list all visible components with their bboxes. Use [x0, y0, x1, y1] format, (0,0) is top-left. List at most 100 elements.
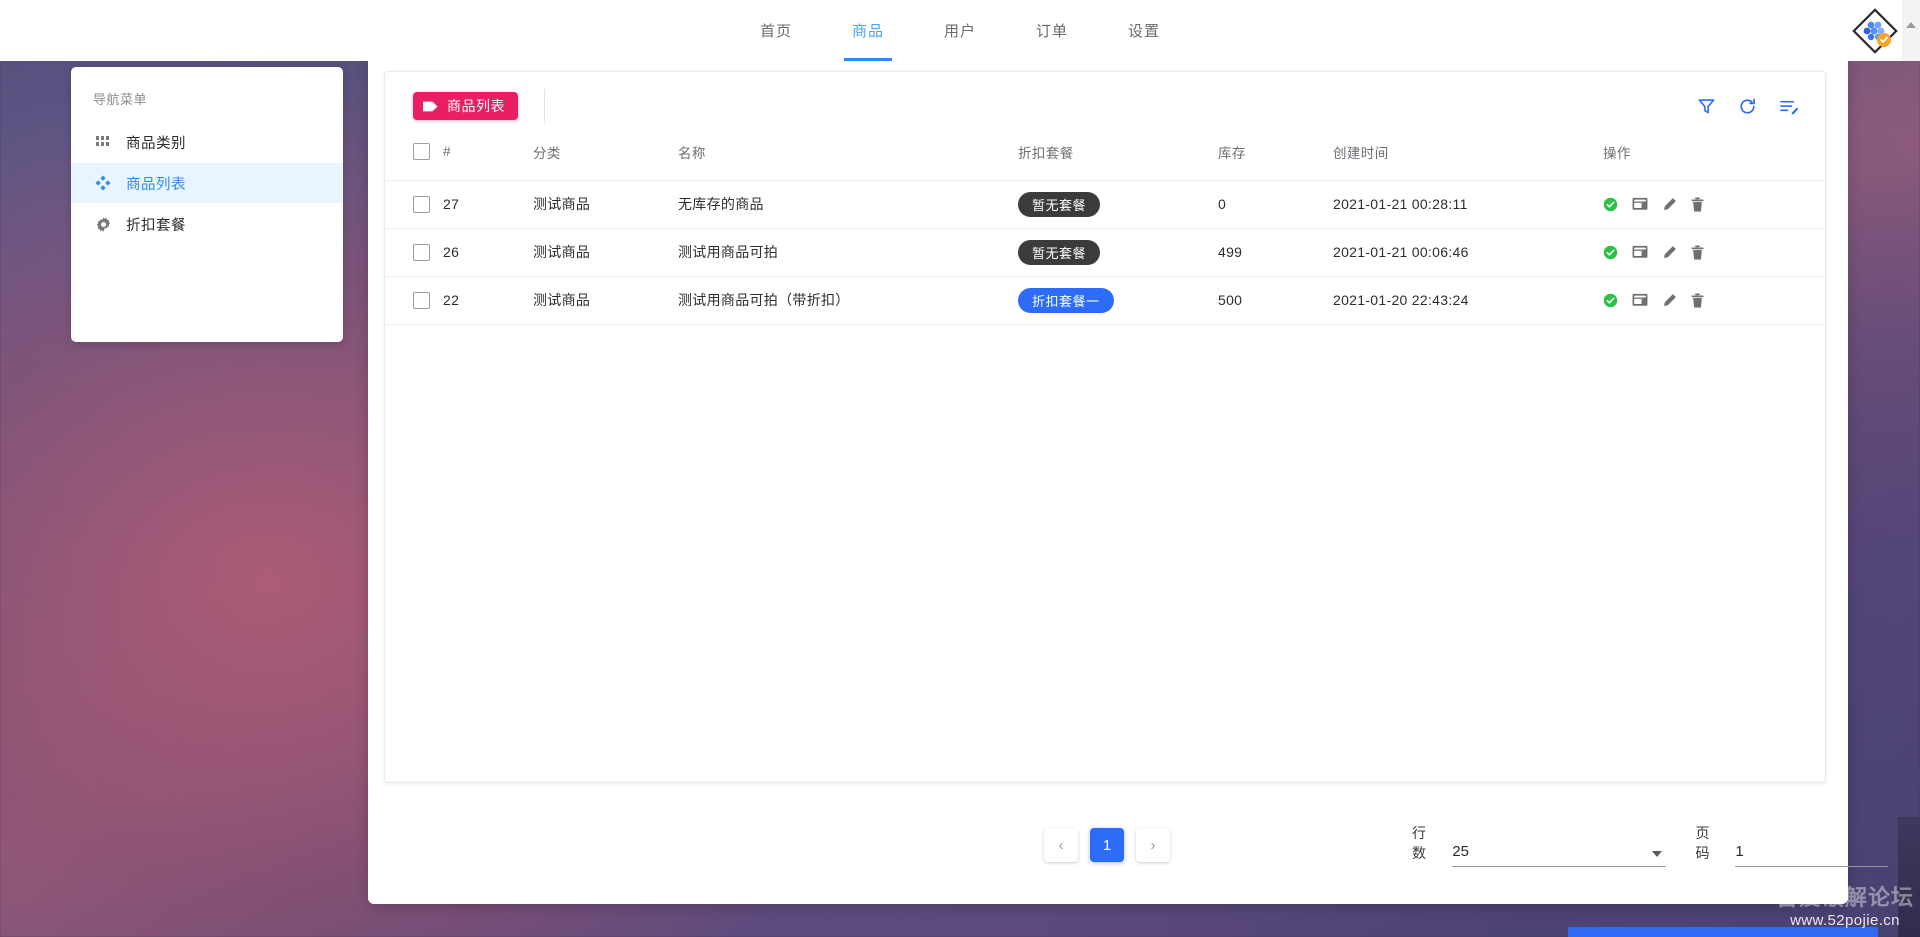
edit-pencil-icon[interactable]: [1662, 197, 1677, 212]
header-created-time[interactable]: 创建时间: [1333, 140, 1603, 181]
package-badge[interactable]: 折扣套餐一: [1018, 287, 1114, 313]
cell-created-time: 2021-01-20 22:43:24: [1333, 276, 1603, 325]
nav-tab-orders-label: 订单: [1035, 23, 1068, 40]
refresh-icon[interactable]: [1738, 97, 1757, 116]
cell-operations: [1603, 276, 1825, 325]
card-view-icon[interactable]: [1632, 197, 1648, 211]
main-content-card: 商品列表 # 分类 名称 折扣套餐 库存 创建时间 操作 27 测试商品 无库存…: [368, 49, 1888, 904]
header-name[interactable]: 名称: [678, 140, 1018, 181]
grid-icon: [93, 132, 113, 152]
product-table-panel: 商品列表 # 分类 名称 折扣套餐 库存 创建时间 操作 27 测试商品 无库存…: [384, 71, 1826, 783]
taskbar-strip: [1568, 927, 1878, 937]
toolbar-action-group: [1697, 72, 1799, 140]
gear-icon: [93, 214, 113, 234]
cell-id: 22: [443, 276, 533, 325]
header-stock[interactable]: 库存: [1218, 140, 1333, 181]
pagination-next-button[interactable]: ›: [1136, 828, 1170, 862]
cell-stock: 499: [1218, 228, 1333, 277]
cell-package: 暂无套餐: [1018, 228, 1218, 277]
row-action-group: [1603, 244, 1825, 260]
card-view-icon[interactable]: [1632, 293, 1648, 307]
table-row[interactable]: 27 测试商品 无库存的商品 暂无套餐 0 2021-01-21 00:28:11: [385, 180, 1825, 229]
nav-tab-users-label: 用户: [943, 23, 976, 40]
cell-package: 折扣套餐一: [1018, 276, 1218, 325]
table-row[interactable]: 26 测试商品 测试用商品可拍 暂无套餐 499 2021-01-21 00:06:46: [385, 228, 1825, 277]
pagination-prev-button[interactable]: ‹: [1044, 828, 1078, 862]
sidebar-title: 导航菜单: [93, 92, 148, 107]
cell-created-time: 2021-01-21 00:06:46: [1333, 228, 1603, 277]
status-check-icon[interactable]: [1603, 197, 1618, 212]
cell-operations: [1603, 228, 1825, 277]
header-operations[interactable]: 操作: [1603, 140, 1825, 181]
sidebar-item-product-category[interactable]: 商品类别: [71, 122, 343, 162]
pagination-page-1[interactable]: 1: [1090, 828, 1124, 862]
header-id[interactable]: #: [443, 140, 533, 181]
row-select-cell[interactable]: [385, 276, 443, 325]
page-number-input[interactable]: 1: [1735, 843, 1888, 867]
product-list-badge[interactable]: 商品列表: [413, 92, 518, 120]
rows-per-page-select[interactable]: 25: [1452, 843, 1666, 867]
cell-created-time: 2021-01-21 00:28:11: [1333, 180, 1603, 229]
sidebar-item-product-list[interactable]: 商品列表: [71, 163, 343, 203]
delete-trash-icon[interactable]: [1691, 244, 1704, 260]
sidebar-item-discount-package-label: 折扣套餐: [126, 217, 186, 234]
row-action-group: [1603, 196, 1825, 212]
desktop-side-strip: [1898, 817, 1920, 937]
status-check-icon[interactable]: [1603, 245, 1618, 260]
product-list-badge-label: 商品列表: [447, 98, 505, 114]
select-all-checkbox[interactable]: [413, 143, 430, 161]
sidebar-panel: 导航菜单 商品类别 商品列表 折扣套餐: [71, 67, 343, 342]
row-select-cell[interactable]: [385, 228, 443, 277]
row-checkbox[interactable]: [413, 195, 430, 213]
cell-id: 26: [443, 228, 533, 277]
page-number-group: 页码 1: [1695, 823, 1888, 867]
nav-tab-home[interactable]: 首页: [730, 0, 822, 61]
product-table-body: 27 测试商品 无库存的商品 暂无套餐 0 2021-01-21 00:28:11 26 测试…: [385, 180, 1825, 325]
nav-tab-products[interactable]: 商品: [822, 0, 914, 61]
panel-toolbar: 商品列表: [385, 72, 1825, 140]
product-table: # 分类 名称 折扣套餐 库存 创建时间 操作 27 测试商品 无库存的商品 暂无套餐…: [385, 140, 1825, 325]
delete-trash-icon[interactable]: [1691, 196, 1704, 212]
header-category[interactable]: 分类: [533, 140, 678, 181]
header-select-all[interactable]: [385, 140, 443, 181]
page-number-label: 页码: [1695, 825, 1710, 861]
cell-category: 测试商品: [533, 228, 678, 277]
edit-list-icon[interactable]: [1779, 97, 1799, 116]
row-select-cell[interactable]: [385, 180, 443, 229]
cell-id: 27: [443, 180, 533, 229]
package-badge[interactable]: 暂无套餐: [1018, 239, 1101, 265]
cell-category: 测试商品: [533, 276, 678, 325]
nav-tab-list: 首页 商品 用户 订单 设置: [0, 0, 1920, 61]
sidebar-item-discount-package[interactable]: 折扣套餐: [71, 204, 343, 244]
package-badge[interactable]: 暂无套餐: [1018, 191, 1101, 217]
row-checkbox[interactable]: [413, 291, 430, 309]
edit-pencil-icon[interactable]: [1662, 293, 1677, 308]
cell-name: 测试用商品可拍: [678, 228, 1018, 277]
table-row[interactable]: 22 测试商品 测试用商品可拍（带折扣） 折扣套餐一 500 2021-01-20 22:…: [385, 276, 1825, 325]
cell-name: 测试用商品可拍（带折扣）: [678, 276, 1018, 325]
product-table-head: # 分类 名称 折扣套餐 库存 创建时间 操作: [385, 140, 1825, 181]
scrollbar-up-button[interactable]: [1902, 0, 1920, 61]
status-check-icon[interactable]: [1603, 293, 1618, 308]
nav-tab-home-label: 首页: [759, 23, 792, 40]
nav-tab-users[interactable]: 用户: [914, 0, 1006, 61]
row-action-group: [1603, 292, 1825, 308]
app-diamond-logo-icon[interactable]: [1852, 8, 1898, 54]
pagination: ‹ 1 ›: [1044, 828, 1170, 862]
cell-stock: 0: [1218, 180, 1333, 229]
cluster-icon: [93, 173, 113, 193]
header-package[interactable]: 折扣套餐: [1018, 140, 1218, 181]
table-footer: ‹ 1 › 行数 25 页码 1 查询: [368, 814, 1888, 876]
row-checkbox[interactable]: [413, 243, 430, 261]
nav-tab-settings[interactable]: 设置: [1098, 0, 1190, 61]
cell-name: 无库存的商品: [678, 180, 1018, 229]
sidebar-item-product-category-label: 商品类别: [126, 135, 186, 152]
edit-pencil-icon[interactable]: [1662, 245, 1677, 260]
nav-tab-orders[interactable]: 订单: [1006, 0, 1098, 61]
filter-icon[interactable]: [1697, 97, 1716, 116]
delete-trash-icon[interactable]: [1691, 292, 1704, 308]
rows-per-page-label: 行数: [1412, 825, 1427, 861]
page-number-value: 1: [1735, 843, 1744, 860]
card-view-icon[interactable]: [1632, 245, 1648, 259]
top-navigation-bar: 首页 商品 用户 订单 设置: [0, 0, 1920, 61]
